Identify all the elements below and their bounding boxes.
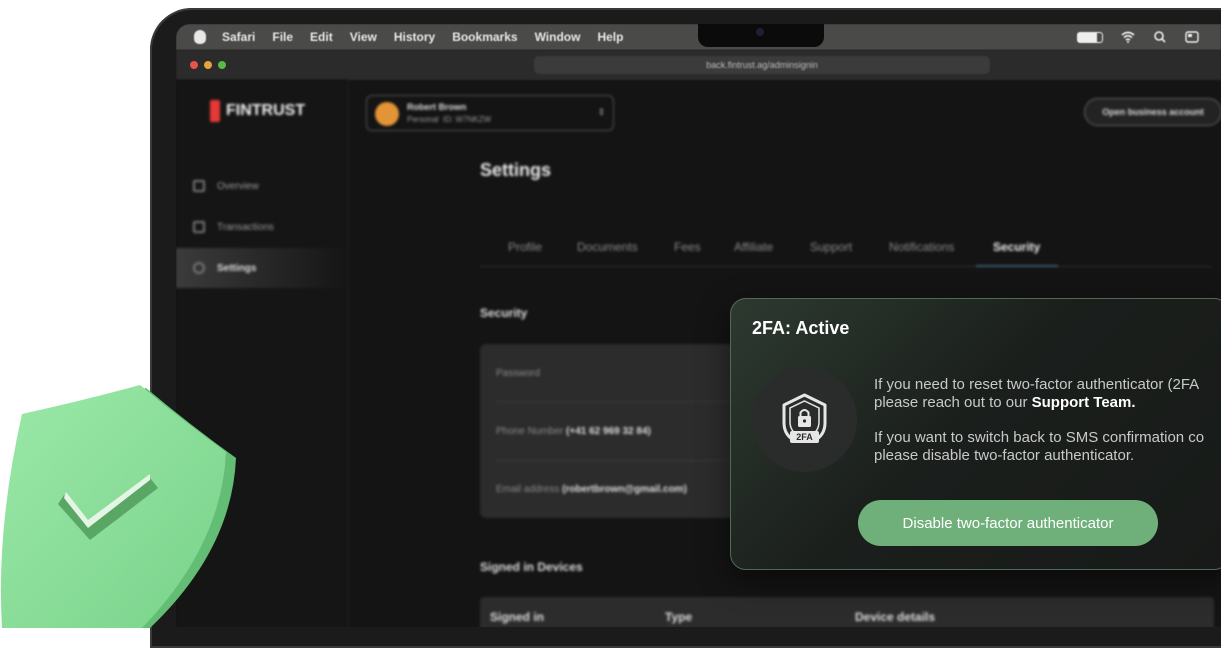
shield-lock-icon <box>782 393 827 443</box>
battery-icon[interactable] <box>1077 31 1103 43</box>
tab-security[interactable]: Security <box>993 240 1040 254</box>
document-icon <box>193 221 205 233</box>
sidebar-item-label: Settings <box>217 262 257 274</box>
menu-history[interactable]: History <box>394 30 435 44</box>
account-name: Robert Brown <box>407 102 467 112</box>
sidebar-item-overview[interactable]: Overview <box>176 166 348 206</box>
status-icons <box>1077 24 1221 50</box>
account-meta: Personal ID: W7NKZW <box>407 115 492 124</box>
tab-fees[interactable]: Fees <box>674 240 701 254</box>
control-center-icon[interactable] <box>1185 31 1199 43</box>
twofa-badge-label: 2FA <box>796 432 813 442</box>
sms-instructions-line1: If you want to switch back to SMS confir… <box>874 429 1205 446</box>
menu-help[interactable]: Help <box>597 30 623 44</box>
twofa-title: 2FA: Active <box>752 318 850 338</box>
devices-table: Signed in Type Device details <box>480 597 1214 627</box>
column-header: Type <box>665 610 693 624</box>
sidebar-item-label: Transactions <box>217 221 274 233</box>
menu-window[interactable]: Window <box>535 30 581 44</box>
twofa-icon-circle: 2FA <box>752 367 857 472</box>
tab-support[interactable]: Support <box>810 240 852 254</box>
url-text: back.fintrust.ag/adminsignin <box>706 60 818 70</box>
wifi-icon[interactable] <box>1121 31 1135 43</box>
shield-check-icon <box>0 380 250 630</box>
menu-app-name[interactable]: Safari <box>222 30 255 44</box>
reset-instructions-line1: If you need to reset two-factor authenti… <box>874 376 1200 393</box>
camera-notch <box>698 24 824 47</box>
column-header: Device details <box>855 610 936 624</box>
password-label: Password <box>496 368 540 379</box>
sidebar-item-settings[interactable]: Settings <box>176 248 348 288</box>
sidebar-item-transactions[interactable]: Transactions <box>176 207 348 247</box>
gear-icon <box>193 262 205 274</box>
phone-row[interactable]: Phone Number (+41 62 969 32 84) <box>496 426 651 437</box>
column-header: Signed in <box>490 610 544 624</box>
tab-affiliate[interactable]: Affiliate <box>734 240 773 254</box>
url-bar[interactable]: back.fintrust.ag/adminsignin <box>534 56 990 74</box>
email-row[interactable]: Email address (robertbrown@gmail.com) <box>496 484 687 495</box>
grid-icon <box>193 180 205 192</box>
tab-documents[interactable]: Documents <box>577 240 638 254</box>
tab-notifications[interactable]: Notifications <box>889 240 954 254</box>
close-window-button[interactable] <box>190 61 198 69</box>
reset-instructions-line2: please reach out to our Support Team. <box>874 394 1136 411</box>
sidebar-item-label: Overview <box>217 180 259 192</box>
menu-view[interactable]: View <box>350 30 377 44</box>
account-switcher[interactable]: Robert Brown Personal ID: W7NKZW ⇕ <box>366 95 614 131</box>
active-tab-indicator <box>976 265 1058 267</box>
menu-bookmarks[interactable]: Bookmarks <box>452 30 517 44</box>
page-title: Settings <box>480 160 552 180</box>
chevron-updown-icon: ⇕ <box>597 107 605 117</box>
camera-icon <box>756 28 764 36</box>
disable-2fa-button[interactable]: Disable two-factor authenticator <box>858 500 1158 546</box>
search-icon[interactable] <box>1153 31 1167 43</box>
signed-in-devices-heading: Signed in Devices <box>480 560 583 574</box>
minimize-window-button[interactable] <box>204 61 212 69</box>
brand-logo[interactable]: FINTRUST <box>210 100 305 122</box>
avatar <box>375 102 399 126</box>
open-business-account-button[interactable]: Open business account <box>1084 98 1221 126</box>
menu-file[interactable]: File <box>272 30 293 44</box>
security-heading: Security <box>480 306 528 320</box>
brand-name: FINTRUST <box>226 102 306 119</box>
twofa-card: 2FA: Active 2FA If you need to reset two… <box>730 298 1221 570</box>
fintrust-logo-icon <box>210 100 220 122</box>
apple-icon[interactable] <box>194 30 206 44</box>
settings-tabs: Profile Documents Fees Affiliate Support… <box>480 230 1212 267</box>
tab-profile[interactable]: Profile <box>508 240 542 254</box>
zoom-window-button[interactable] <box>218 61 226 69</box>
support-team-link[interactable]: Support Team. <box>1032 394 1136 411</box>
sms-instructions-line2: please disable two-factor authenticator. <box>874 447 1135 464</box>
menu-edit[interactable]: Edit <box>310 30 333 44</box>
